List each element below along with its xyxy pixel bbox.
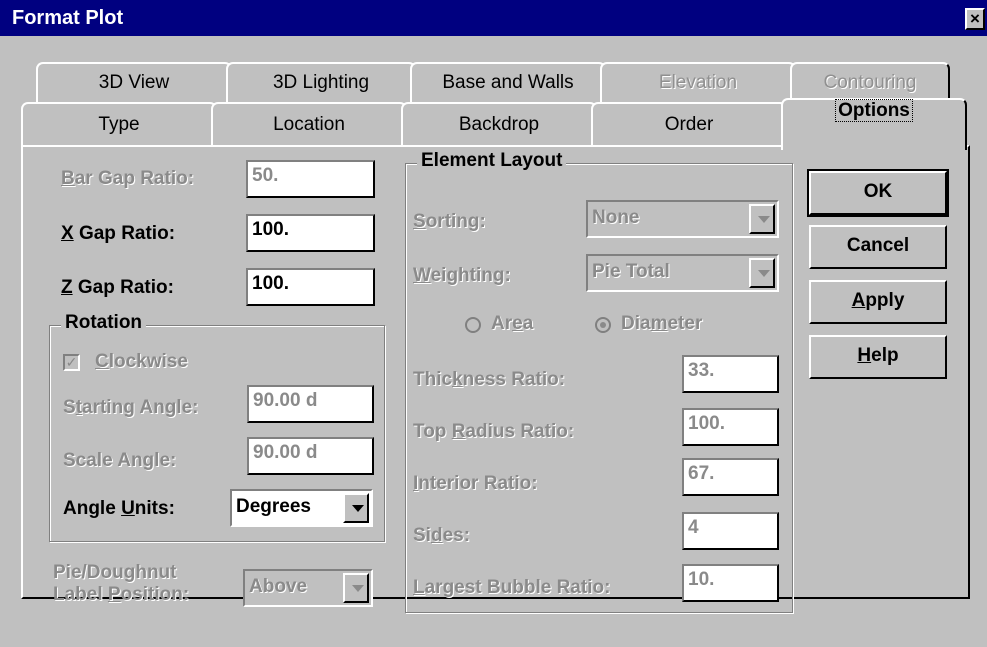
tab-label: Type <box>98 114 140 135</box>
top-radius-ratio-label: Top Radius Ratio: <box>413 421 575 442</box>
title-bar: Format Plot × <box>0 0 987 36</box>
tab-type[interactable]: Type <box>21 102 217 146</box>
interior-ratio-label: Interior Ratio: <box>413 473 538 494</box>
tab-label: Contouring <box>823 72 917 93</box>
area-radio <box>465 317 481 333</box>
tab-base-and-walls[interactable]: Base and Walls <box>410 62 606 102</box>
tab-order[interactable]: Order <box>591 102 787 146</box>
pie-label-position-dropdown: Above <box>243 569 373 607</box>
tab-label: 3D View <box>98 72 170 93</box>
chevron-down-icon <box>749 258 775 288</box>
tab-label: Order <box>664 114 714 135</box>
angle-units-dropdown[interactable]: Degrees <box>230 489 373 527</box>
apply-button[interactable]: Apply <box>809 280 947 324</box>
weighting-value: Pie Total <box>592 261 670 282</box>
tab-backdrop[interactable]: Backdrop <box>401 102 597 146</box>
diameter-radio <box>595 317 611 333</box>
cancel-button[interactable]: Cancel <box>809 225 947 269</box>
angle-units-label: Angle Units: <box>63 498 175 519</box>
tab-label: Base and Walls <box>442 72 574 93</box>
sorting-label: Sorting: <box>413 211 486 232</box>
tab-contouring: Contouring <box>790 62 950 102</box>
thickness-ratio-label: Thickness Ratio: <box>413 369 566 390</box>
top-radius-ratio-field: 100. <box>682 408 779 446</box>
options-panel: Bar Gap Ratio: 50. X Gap Ratio: 100. Z G… <box>21 145 970 613</box>
clockwise-checkbox: ✓ <box>63 354 80 371</box>
tab-3d-view[interactable]: 3D View <box>36 62 232 102</box>
clockwise-label: Clockwise <box>95 351 188 372</box>
tab-label: Options <box>835 99 913 122</box>
scale-angle-field: 90.00 d <box>247 437 374 475</box>
weighting-dropdown: Pie Total <box>586 254 779 292</box>
tab-3d-lighting[interactable]: 3D Lighting <box>226 62 416 102</box>
bar-gap-ratio-field: 50. <box>246 160 375 198</box>
element-layout-title: Element Layout <box>417 150 567 172</box>
interior-ratio-field: 67. <box>682 458 779 496</box>
tab-options[interactable]: Options <box>781 98 967 150</box>
starting-angle-label: Starting Angle: <box>63 397 199 418</box>
sorting-value: None <box>592 207 640 228</box>
diameter-label: Diameter <box>621 313 703 334</box>
sorting-dropdown: None <box>586 200 779 238</box>
z-gap-ratio-label: Z Gap Ratio: <box>61 277 174 298</box>
help-button[interactable]: Help <box>809 335 947 379</box>
scale-angle-label: Scale Angle: <box>63 450 177 471</box>
bar-gap-ratio-label: Bar Gap Ratio: <box>61 168 195 189</box>
thickness-ratio-field: 33. <box>682 355 779 393</box>
window-title: Format Plot <box>12 7 124 29</box>
x-gap-ratio-field[interactable]: 100. <box>246 214 375 252</box>
tab-label: Location <box>273 114 345 135</box>
tab-label: 3D Lighting <box>272 72 370 93</box>
pie-label-position-label: Pie/Doughnut Label Position: <box>53 562 190 605</box>
sides-label: Sides: <box>413 525 471 546</box>
tab-label: Elevation <box>658 72 738 93</box>
chevron-down-icon <box>343 573 369 603</box>
starting-angle-field: 90.00 d <box>247 385 374 423</box>
area-label: Area <box>491 313 534 334</box>
largest-bubble-ratio-field: 10. <box>682 564 779 602</box>
x-gap-ratio-label: X Gap Ratio: <box>61 223 176 244</box>
weighting-label: Weighting: <box>413 265 511 286</box>
tab-label: Backdrop <box>458 114 540 135</box>
angle-units-value: Degrees <box>236 496 311 517</box>
ok-button[interactable]: OK <box>807 169 949 217</box>
chevron-down-icon[interactable] <box>343 493 369 523</box>
rotation-group-title: Rotation <box>61 312 147 334</box>
pie-label-position-value: Above <box>249 576 308 597</box>
chevron-down-icon <box>749 204 775 234</box>
z-gap-ratio-field[interactable]: 100. <box>246 268 375 306</box>
sides-field: 4 <box>682 512 779 550</box>
tab-location[interactable]: Location <box>211 102 407 146</box>
largest-bubble-ratio-label: Largest Bubble Ratio: <box>413 577 611 598</box>
tab-elevation: Elevation <box>600 62 796 102</box>
close-button[interactable]: × <box>965 8 985 30</box>
